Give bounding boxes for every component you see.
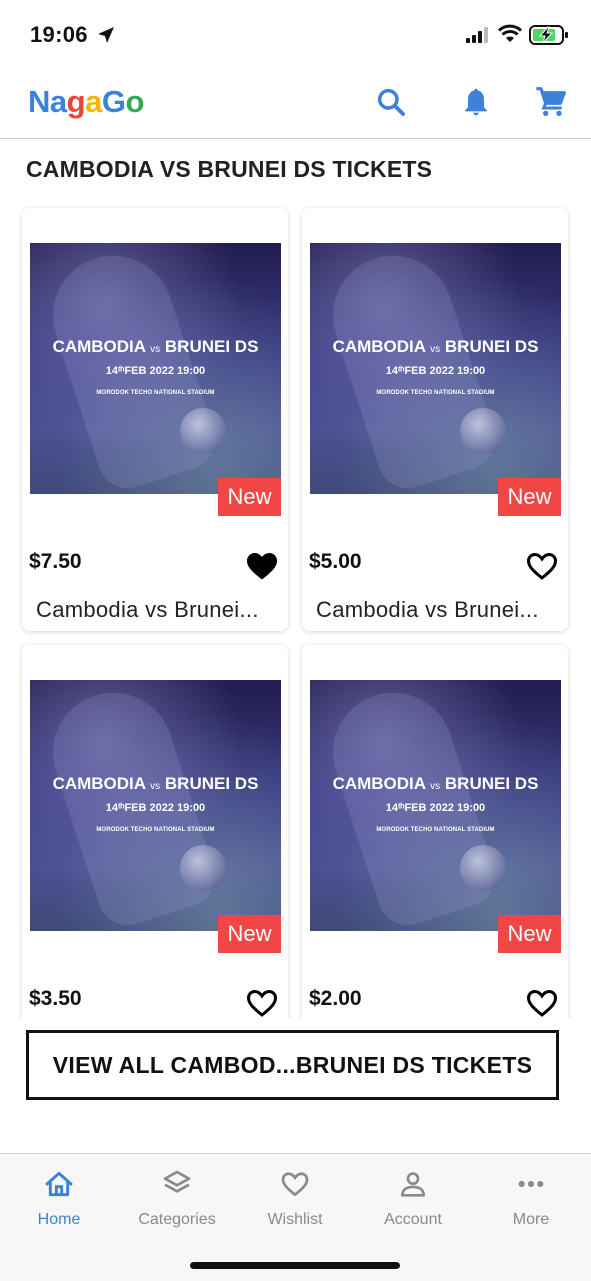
status-bar: 19:06 xyxy=(0,0,591,66)
poster-vs: vs xyxy=(430,781,441,792)
poster-date: 14ᵗʰFEB 2022 19:00 xyxy=(105,365,206,377)
poster-venue: MORODOK TECHO NATIONAL STADIUM xyxy=(376,390,495,396)
cart-icon[interactable] xyxy=(535,86,567,118)
poster-ball-graphic xyxy=(180,408,226,454)
product-card[interactable]: CAMBODIA vs BRUNEI DS 14ᵗʰFEB 2022 19:00 M… xyxy=(22,645,288,1018)
tab-label: Home xyxy=(37,1211,81,1228)
poster-ball-graphic xyxy=(460,408,506,454)
more-icon xyxy=(518,1180,544,1188)
new-badge: New xyxy=(218,478,281,516)
user-icon xyxy=(401,1172,425,1197)
wishlist-heart-icon[interactable] xyxy=(244,985,280,1018)
logo-letter: G xyxy=(101,84,126,119)
poster-date: 14ᵗʰFEB 2022 19:00 xyxy=(105,802,206,814)
product-price: $7.50 xyxy=(29,550,82,573)
logo-letter: g xyxy=(66,84,86,119)
product-image[interactable]: CAMBODIA vs BRUNEI DS 14ᵗʰFEB 2022 19:00 M… xyxy=(310,680,561,931)
product-image[interactable]: CAMBODIA vs BRUNEI DS 14ᵗʰFEB 2022 19:00 M… xyxy=(30,243,281,494)
view-all-button[interactable]: VIEW ALL CAMBOD...BRUNEI DS TICKETS xyxy=(26,1030,559,1100)
poster-team-b: BRUNEI DS xyxy=(164,337,259,356)
view-all-label: VIEW ALL CAMBOD...BRUNEI DS TICKETS xyxy=(52,1051,533,1078)
tab-label: More xyxy=(512,1211,550,1228)
poster-teams: CAMBODIA vs BRUNEI DS xyxy=(30,774,281,794)
poster-team-a: CAMBODIA xyxy=(52,774,146,793)
poster-vs: vs xyxy=(150,781,161,792)
product-price: $2.00 xyxy=(309,987,362,1010)
product-price: $3.50 xyxy=(29,987,82,1010)
new-badge: New xyxy=(498,478,561,516)
tab-categories[interactable]: Categories xyxy=(118,1154,236,1244)
poster-venue: MORODOK TECHO NATIONAL STADIUM xyxy=(96,390,215,396)
logo-letter: a xyxy=(49,84,67,119)
location-arrow-icon xyxy=(98,27,114,43)
product-image[interactable]: CAMBODIA vs BRUNEI DS 14ᵗʰFEB 2022 19:00 M… xyxy=(310,243,561,494)
cellular-signal-icon xyxy=(466,27,488,43)
wishlist-heart-icon[interactable] xyxy=(524,985,560,1018)
poster-team-a: CAMBODIA xyxy=(332,774,426,793)
poster-teams: CAMBODIA vs BRUNEI DS xyxy=(310,337,561,357)
poster-ball-graphic xyxy=(460,845,506,891)
wifi-icon xyxy=(498,24,522,42)
tab-label: Account xyxy=(384,1211,442,1228)
product-grid[interactable]: CAMBODIA vs BRUNEI DS 14ᵗʰFEB 2022 19:00 M… xyxy=(0,200,591,1018)
home-icon xyxy=(45,1171,73,1197)
tab-wishlist[interactable]: Wishlist xyxy=(236,1154,354,1244)
poster-team-b: BRUNEI DS xyxy=(444,774,539,793)
home-indicator[interactable] xyxy=(190,1262,400,1269)
section-title: CAMBODIA VS BRUNEI DS TICKETS xyxy=(26,156,433,182)
poster-teams: CAMBODIA vs BRUNEI DS xyxy=(310,774,561,794)
logo-letter: o xyxy=(125,84,144,119)
poster-ball-graphic xyxy=(180,845,226,891)
poster-venue: MORODOK TECHO NATIONAL STADIUM xyxy=(96,827,215,833)
tab-label: Categories xyxy=(138,1211,216,1228)
search-icon[interactable] xyxy=(375,86,407,118)
poster-team-b: BRUNEI DS xyxy=(164,774,259,793)
tab-account[interactable]: Account xyxy=(354,1154,472,1244)
battery-charging-icon xyxy=(529,25,568,45)
poster-vs: vs xyxy=(430,344,441,355)
poster-teams: CAMBODIA vs BRUNEI DS xyxy=(30,337,281,357)
poster-team-a: CAMBODIA xyxy=(52,337,146,356)
tab-label: Wishlist xyxy=(267,1211,323,1228)
bell-icon[interactable] xyxy=(460,86,492,118)
product-price: $5.00 xyxy=(309,550,362,573)
new-badge: New xyxy=(218,915,281,953)
tab-home[interactable]: Home xyxy=(0,1154,118,1244)
layers-icon xyxy=(163,1170,191,1193)
product-image[interactable]: CAMBODIA vs BRUNEI DS 14ᵗʰFEB 2022 19:00 M… xyxy=(30,680,281,931)
poster-vs: vs xyxy=(150,344,161,355)
product-card[interactable]: CAMBODIA vs BRUNEI DS 14ᵗʰFEB 2022 19:00 M… xyxy=(22,208,288,631)
product-card[interactable]: CAMBODIA vs BRUNEI DS 14ᵗʰFEB 2022 19:00 M… xyxy=(302,208,568,631)
logo-letter: a xyxy=(85,84,102,119)
poster-team-b: BRUNEI DS xyxy=(444,337,539,356)
poster-team-a: CAMBODIA xyxy=(332,337,426,356)
app-header: NagaGo xyxy=(0,66,591,139)
product-name[interactable]: Cambodia vs Brunei... xyxy=(36,597,259,623)
nagago-logo[interactable]: NagaGo xyxy=(28,84,144,120)
wishlist-heart-icon[interactable] xyxy=(244,548,280,584)
poster-venue: MORODOK TECHO NATIONAL STADIUM xyxy=(376,827,495,833)
tab-more[interactable]: More xyxy=(472,1154,590,1244)
wishlist-heart-icon[interactable] xyxy=(524,548,560,584)
poster-date: 14ᵗʰFEB 2022 19:00 xyxy=(385,365,486,377)
product-card[interactable]: CAMBODIA vs BRUNEI DS 14ᵗʰFEB 2022 19:00 M… xyxy=(302,645,568,1018)
new-badge: New xyxy=(498,915,561,953)
status-time: 19:06 xyxy=(30,22,88,47)
poster-date: 14ᵗʰFEB 2022 19:00 xyxy=(385,802,486,814)
logo-letter: N xyxy=(28,84,50,119)
product-name[interactable]: Cambodia vs Brunei... xyxy=(316,597,539,623)
heart-icon xyxy=(281,1172,309,1197)
